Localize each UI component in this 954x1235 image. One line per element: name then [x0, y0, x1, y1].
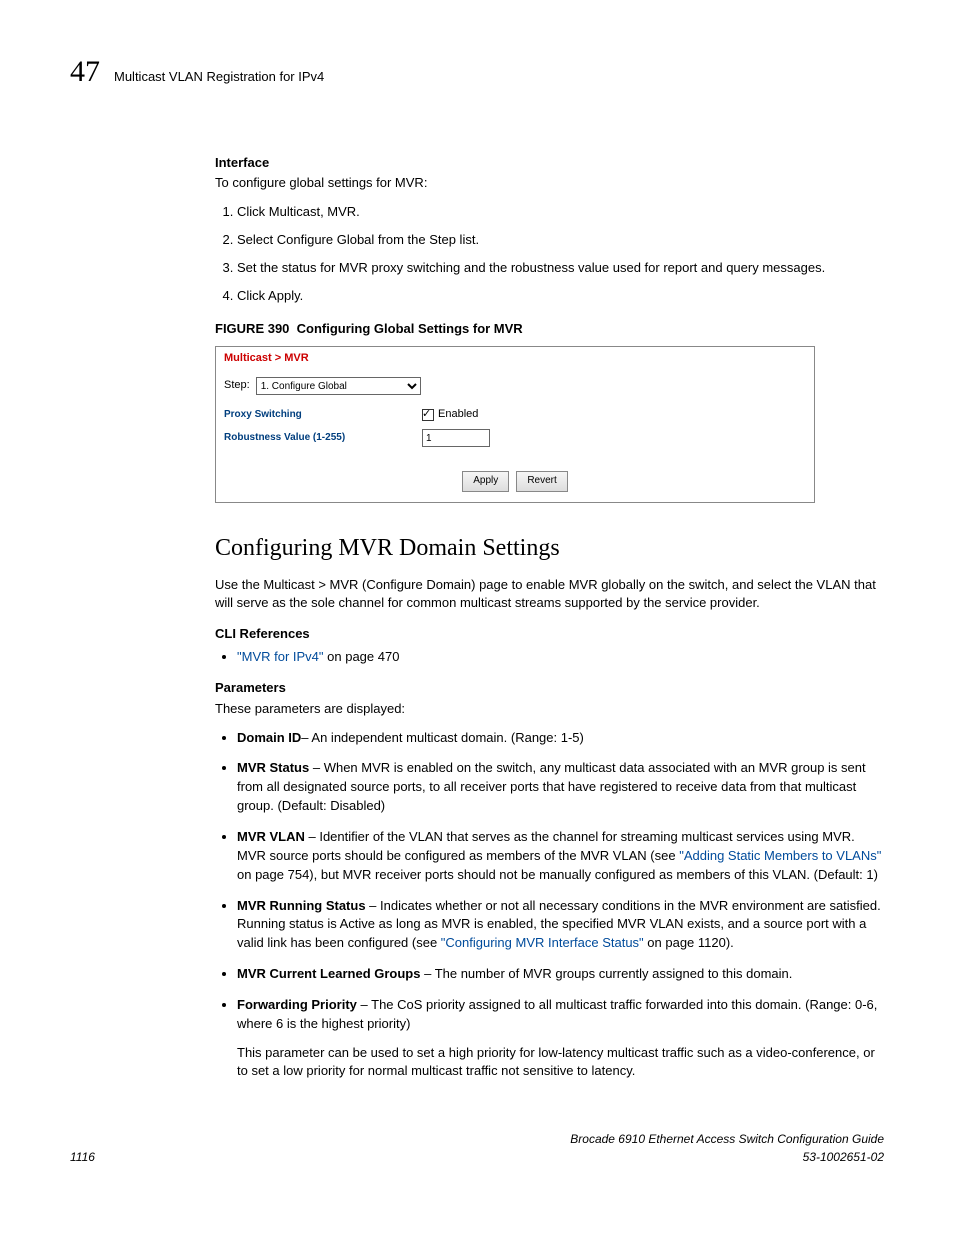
- footer-guide: Brocade 6910 Ethernet Access Switch Conf…: [570, 1131, 884, 1148]
- param-running-label: MVR Running Status: [237, 898, 366, 913]
- param-running-link[interactable]: "Configuring MVR Interface Status": [441, 935, 644, 950]
- footer-right: Brocade 6910 Ethernet Access Switch Conf…: [570, 1131, 884, 1166]
- param-mvr-status-text: – When MVR is enabled on the switch, any…: [237, 760, 866, 813]
- param-domain-id-text: – An independent multicast domain. (Rang…: [301, 730, 584, 745]
- params-heading: Parameters: [215, 679, 884, 698]
- step-select[interactable]: 1. Configure Global: [256, 377, 421, 395]
- figure-prefix: FIGURE 390: [215, 321, 289, 336]
- step-4: Click Apply.: [237, 287, 884, 306]
- params-list: Domain ID– An independent multicast doma…: [215, 729, 884, 1082]
- section-intro: Use the Multicast > MVR (Configure Domai…: [215, 576, 884, 614]
- proxy-switching-label: Proxy Switching: [224, 408, 422, 423]
- param-learned-text: – The number of MVR groups currently ass…: [420, 966, 792, 981]
- param-mvr-status-label: MVR Status: [237, 760, 309, 775]
- param-fwd-note: This parameter can be used to set a high…: [237, 1044, 884, 1082]
- step-selector-row: Step: 1. Configure Global: [216, 371, 814, 403]
- param-mvr-status: MVR Status – When MVR is enabled on the …: [237, 759, 884, 816]
- enabled-label: Enabled: [438, 407, 478, 423]
- step-1: Click Multicast, MVR.: [237, 203, 884, 222]
- step-3: Set the status for MVR proxy switching a…: [237, 259, 884, 278]
- cli-item: "MVR for IPv4" on page 470: [237, 648, 884, 667]
- breadcrumb-multicast: Multicast: [224, 352, 272, 364]
- figure-caption: Configuring Global Settings for MVR: [297, 321, 523, 336]
- footer-doc: 53-1002651-02: [570, 1149, 884, 1166]
- robustness-input[interactable]: [422, 429, 490, 447]
- button-row: Apply Revert: [216, 463, 814, 502]
- cli-heading: CLI References: [215, 625, 884, 644]
- param-running-status: MVR Running Status – Indicates whether o…: [237, 897, 884, 954]
- param-learned-label: MVR Current Learned Groups: [237, 966, 420, 981]
- page-footer: 1116 Brocade 6910 Ethernet Access Switch…: [70, 1131, 884, 1166]
- breadcrumb-sep: >: [272, 352, 285, 364]
- interface-steps: Click Multicast, MVR. Select Configure G…: [215, 203, 884, 305]
- param-mvr-vlan-label: MVR VLAN: [237, 829, 305, 844]
- param-mvr-vlan-link[interactable]: "Adding Static Members to VLANs": [679, 848, 881, 863]
- cli-list: "MVR for IPv4" on page 470: [215, 648, 884, 667]
- breadcrumb: Multicast > MVR: [216, 347, 814, 371]
- param-mvr-vlan-text2: on page 754), but MVR receiver ports sho…: [237, 867, 878, 882]
- chapter-number: 47: [70, 50, 100, 94]
- main-content: Interface To configure global settings f…: [215, 154, 884, 1082]
- mvr-screenshot: Multicast > MVR Step: 1. Configure Globa…: [215, 346, 815, 502]
- step-label: Step:: [224, 378, 250, 394]
- form-area: Proxy Switching Enabled Robustness Value…: [216, 403, 814, 463]
- chapter-title: Multicast VLAN Registration for IPv4: [114, 68, 324, 87]
- figure-label: FIGURE 390 Configuring Global Settings f…: [215, 320, 884, 339]
- step-2: Select Configure Global from the Step li…: [237, 231, 884, 250]
- page-header: 47 Multicast VLAN Registration for IPv4: [70, 50, 884, 94]
- proxy-switching-row: Proxy Switching Enabled: [224, 407, 806, 423]
- robustness-label: Robustness Value (1-255): [224, 431, 422, 446]
- robustness-row: Robustness Value (1-255): [224, 429, 806, 447]
- breadcrumb-mvr: MVR: [284, 352, 308, 364]
- section-title: Configuring MVR Domain Settings: [215, 531, 884, 566]
- enabled-checkbox[interactable]: [422, 409, 434, 421]
- cli-suffix: on page 470: [324, 649, 400, 664]
- param-fwd-label: Forwarding Priority: [237, 997, 357, 1012]
- param-domain-id-label: Domain ID: [237, 730, 301, 745]
- revert-button[interactable]: Revert: [516, 471, 567, 492]
- param-running-text2: on page 1120).: [644, 935, 734, 950]
- interface-heading: Interface: [215, 154, 884, 173]
- page-number: 1116: [70, 1149, 95, 1166]
- cli-link[interactable]: "MVR for IPv4": [237, 649, 324, 664]
- interface-desc: To configure global settings for MVR:: [215, 174, 884, 193]
- params-intro: These parameters are displayed:: [215, 700, 884, 719]
- apply-button[interactable]: Apply: [462, 471, 509, 492]
- param-learned-groups: MVR Current Learned Groups – The number …: [237, 965, 884, 984]
- param-mvr-vlan: MVR VLAN – Identifier of the VLAN that s…: [237, 828, 884, 885]
- param-forwarding-priority: Forwarding Priority – The CoS priority a…: [237, 996, 884, 1081]
- param-domain-id: Domain ID– An independent multicast doma…: [237, 729, 884, 748]
